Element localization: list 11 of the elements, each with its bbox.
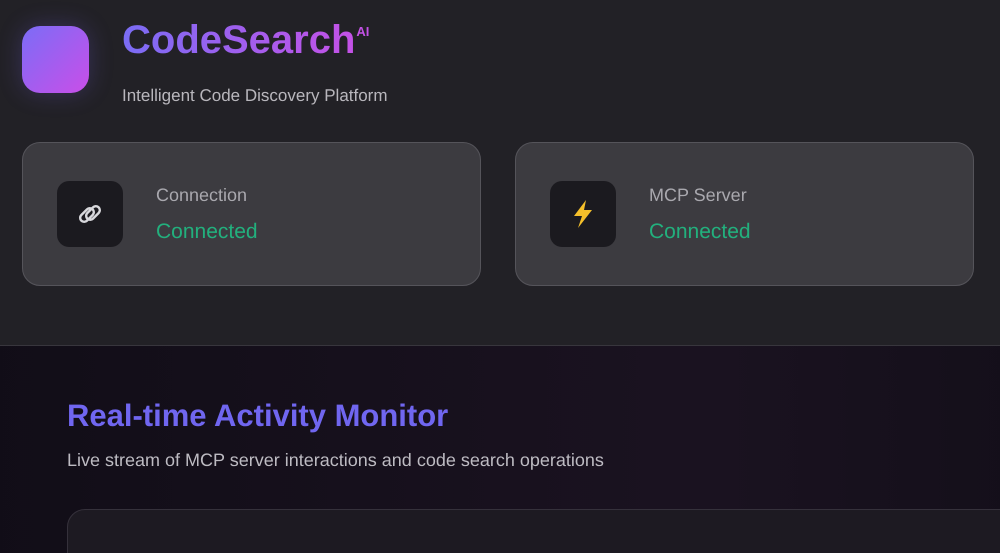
status-value: Connected — [156, 220, 258, 244]
logo-tile-icon — [22, 26, 89, 93]
link-icon — [57, 181, 123, 247]
app-tagline: Intelligent Code Discovery Platform — [122, 86, 388, 106]
section-heading: Real-time Activity Monitor — [67, 397, 450, 435]
status-label: Connection — [156, 184, 248, 206]
lightning-icon — [550, 181, 616, 247]
ai-label: AI — [356, 24, 370, 39]
status-value: Connected — [649, 220, 751, 244]
section-description: Live stream of MCP server interactions and code search operations — [67, 450, 605, 471]
status-label: MCP Server — [649, 184, 748, 206]
